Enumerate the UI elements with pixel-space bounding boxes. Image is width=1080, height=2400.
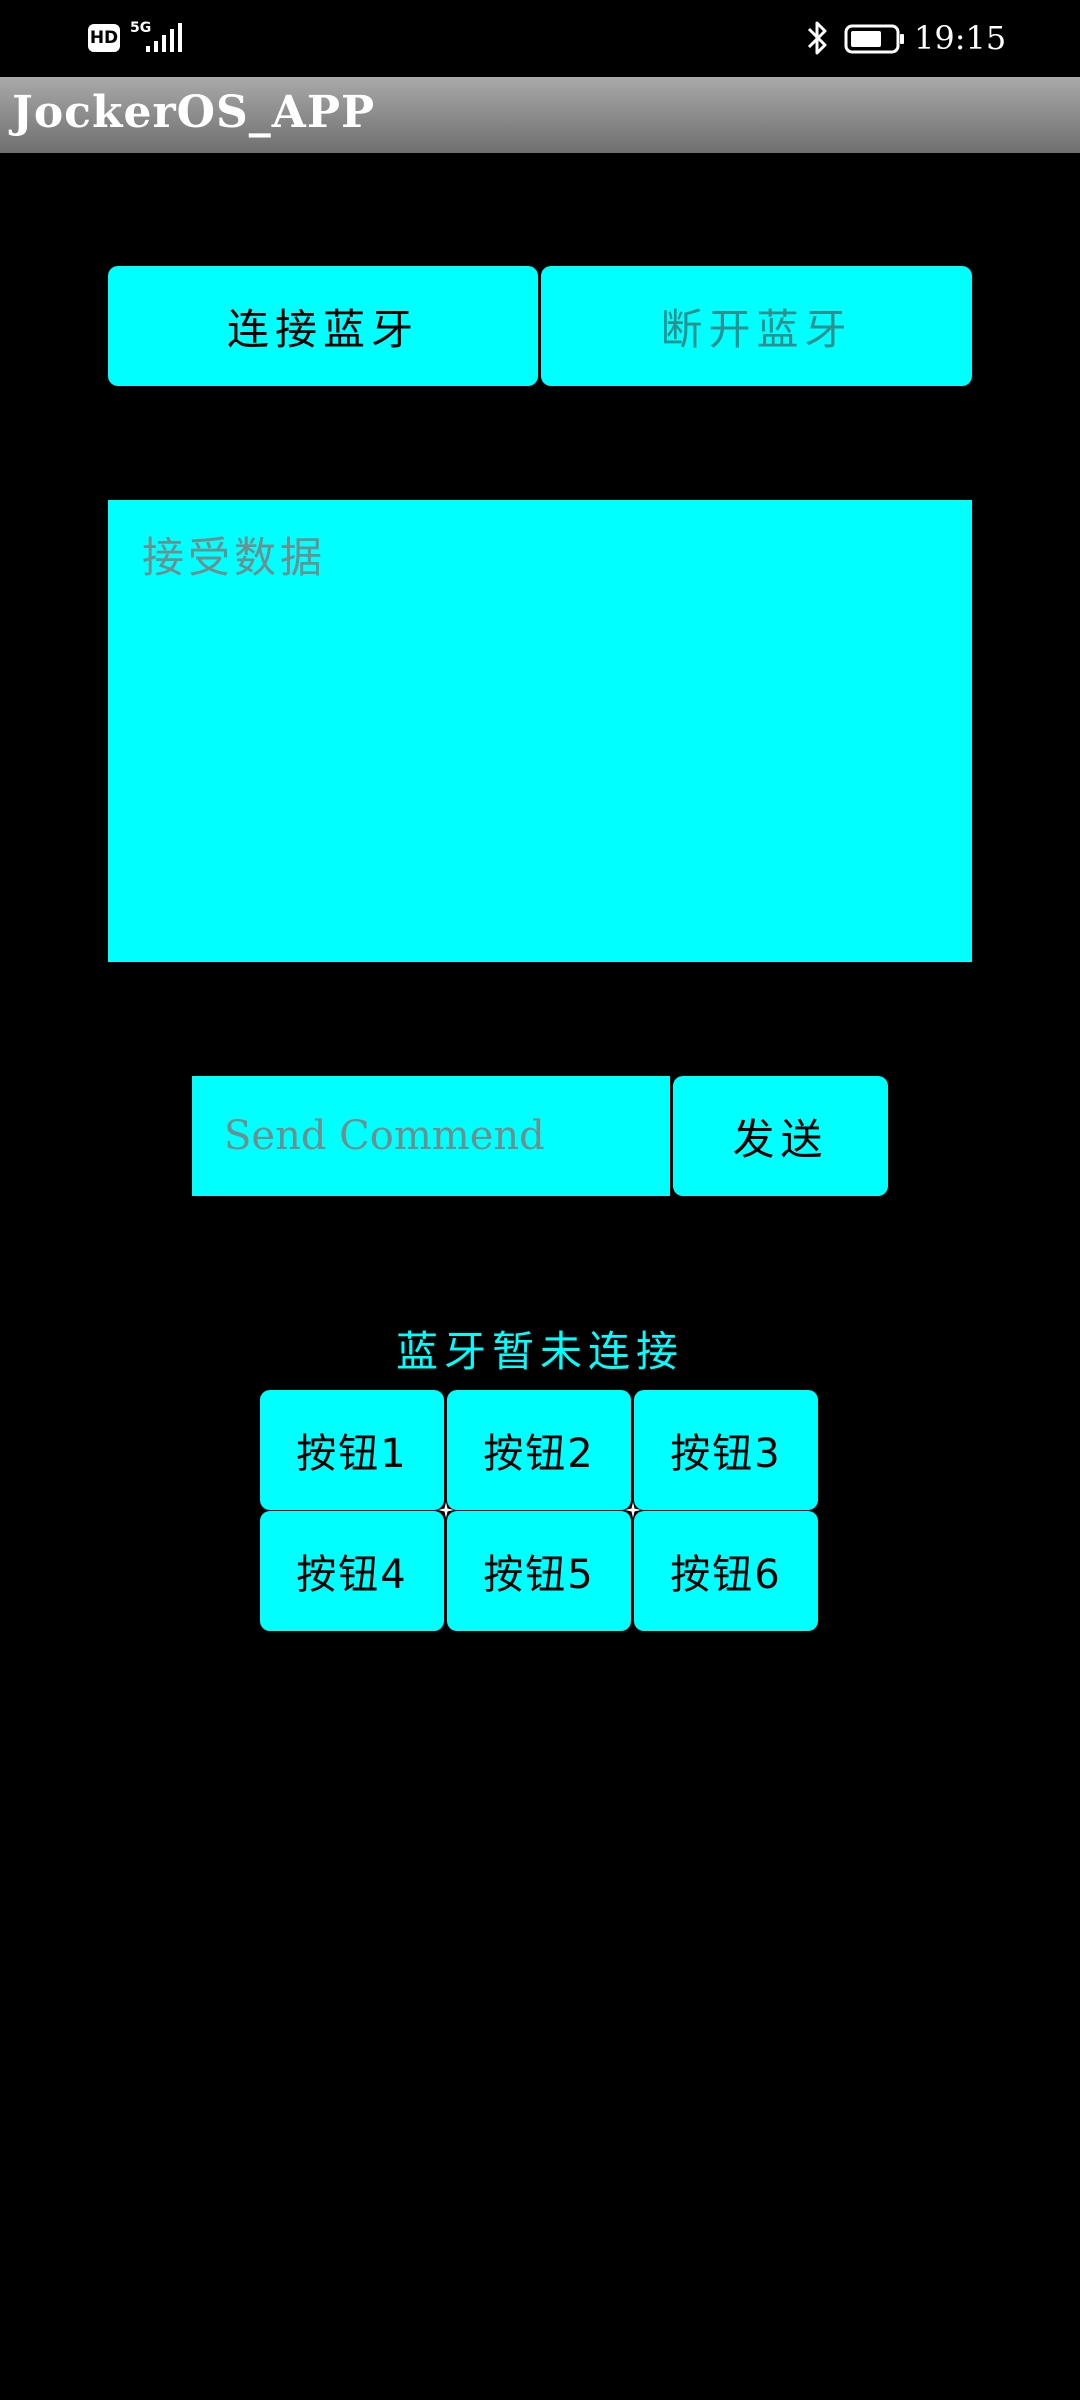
button-6[interactable]: 按钮6 — [634, 1511, 818, 1631]
app-title-bar: JockerOS_APP — [0, 77, 1080, 153]
button-4[interactable]: 按钮4 — [260, 1511, 444, 1631]
connect-bluetooth-button[interactable]: 连接蓝牙 — [108, 266, 538, 386]
receive-data-area[interactable]: 接受数据 — [108, 500, 972, 962]
app-title: JockerOS_APP — [12, 87, 376, 138]
disconnect-bluetooth-button[interactable]: 断开蓝牙 — [541, 266, 972, 386]
signal-icon — [146, 23, 182, 52]
send-button[interactable]: 发送 — [673, 1076, 888, 1196]
send-command-input[interactable] — [192, 1076, 670, 1196]
receive-data-placeholder: 接受数据 — [142, 533, 327, 582]
button-2[interactable]: 按钮2 — [447, 1390, 631, 1510]
battery-icon — [844, 24, 904, 54]
button-5[interactable]: 按钮5 — [447, 1511, 631, 1631]
sparkle-icon — [438, 1502, 454, 1518]
connection-status-text: 蓝牙暂未连接 — [395, 1327, 684, 1376]
sparkle-icon — [625, 1502, 641, 1518]
bluetooth-icon — [807, 21, 827, 55]
button-3[interactable]: 按钮3 — [634, 1390, 818, 1510]
hd-badge: HD — [88, 24, 120, 52]
clock: 19:15 — [914, 19, 1007, 57]
status-bar: HD 5G 19:15 — [0, 0, 1080, 77]
button-1[interactable]: 按钮1 — [260, 1390, 444, 1510]
